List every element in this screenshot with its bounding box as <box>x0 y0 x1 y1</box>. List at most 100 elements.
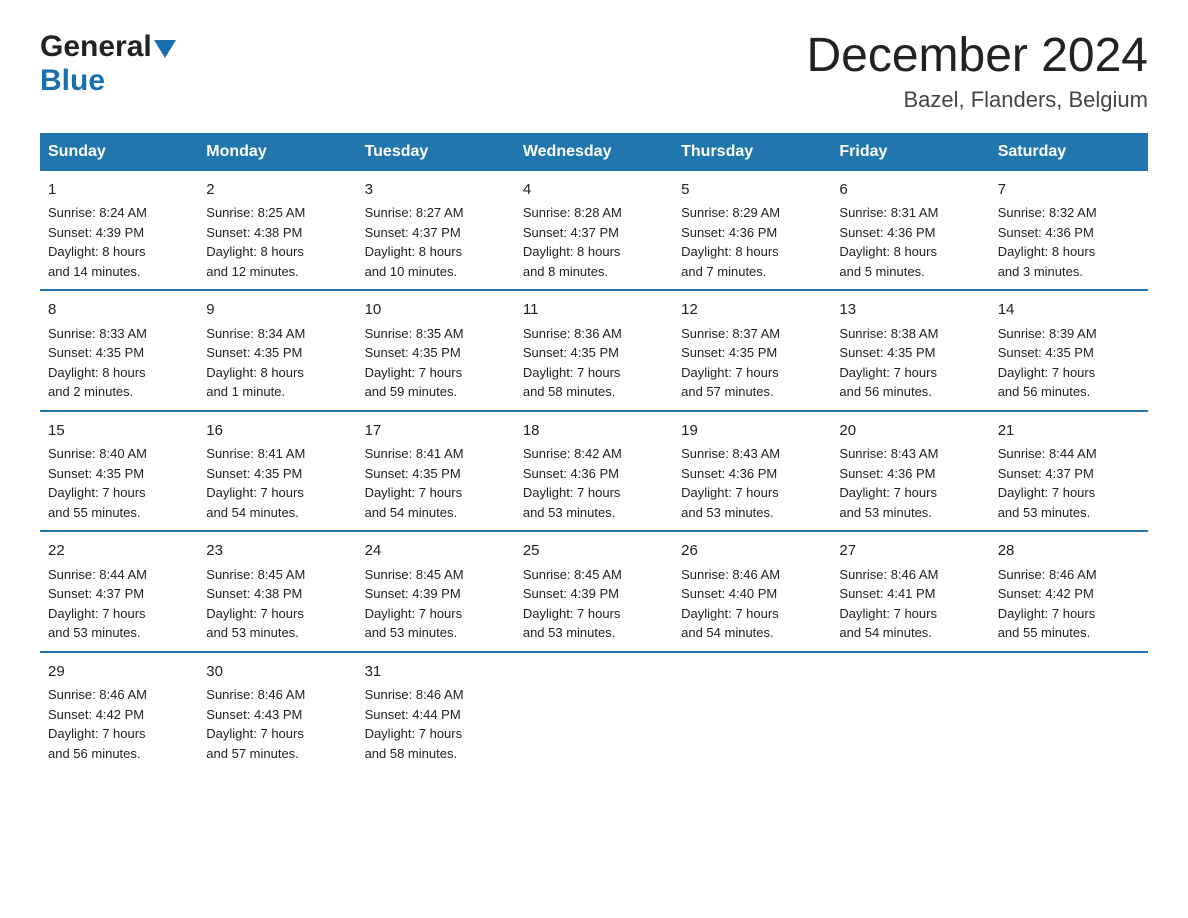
calendar-cell <box>515 652 673 772</box>
day-info: Sunrise: 8:36 AMSunset: 4:35 PMDaylight:… <box>523 326 622 400</box>
calendar-cell: 30 Sunrise: 8:46 AMSunset: 4:43 PMDayligh… <box>198 652 356 772</box>
day-number: 7 <box>998 179 1140 202</box>
day-number: 31 <box>365 661 507 684</box>
day-number: 10 <box>365 299 507 322</box>
day-info: Sunrise: 8:43 AMSunset: 4:36 PMDaylight:… <box>681 446 780 520</box>
day-number: 8 <box>48 299 190 322</box>
calendar-cell <box>990 652 1148 772</box>
day-info: Sunrise: 8:25 AMSunset: 4:38 PMDaylight:… <box>206 205 305 279</box>
day-info: Sunrise: 8:39 AMSunset: 4:35 PMDaylight:… <box>998 326 1097 400</box>
day-number: 22 <box>48 540 190 563</box>
day-number: 20 <box>839 420 981 443</box>
day-number: 11 <box>523 299 665 322</box>
day-info: Sunrise: 8:24 AMSunset: 4:39 PMDaylight:… <box>48 205 147 279</box>
calendar-cell: 5 Sunrise: 8:29 AMSunset: 4:36 PMDaylight… <box>673 171 831 291</box>
day-info: Sunrise: 8:32 AMSunset: 4:36 PMDaylight:… <box>998 205 1097 279</box>
day-number: 9 <box>206 299 348 322</box>
calendar-cell: 25Sunrise: 8:45 AMSunset: 4:39 PMDayligh… <box>515 531 673 652</box>
day-info: Sunrise: 8:41 AMSunset: 4:35 PMDaylight:… <box>365 446 464 520</box>
day-info: Sunrise: 8:28 AMSunset: 4:37 PMDaylight:… <box>523 205 622 279</box>
day-info: Sunrise: 8:38 AMSunset: 4:35 PMDaylight:… <box>839 326 938 400</box>
day-info: Sunrise: 8:44 AMSunset: 4:37 PMDaylight:… <box>48 567 147 641</box>
day-info: Sunrise: 8:42 AMSunset: 4:36 PMDaylight:… <box>523 446 622 520</box>
day-number: 15 <box>48 420 190 443</box>
calendar-cell: 20 Sunrise: 8:43 AMSunset: 4:36 PMDayligh… <box>831 411 989 532</box>
day-number: 28 <box>998 540 1140 563</box>
calendar-cell: 29Sunrise: 8:46 AMSunset: 4:42 PMDayligh… <box>40 652 198 772</box>
day-info: Sunrise: 8:33 AMSunset: 4:35 PMDaylight:… <box>48 326 147 400</box>
calendar-week-row: 29Sunrise: 8:46 AMSunset: 4:42 PMDayligh… <box>40 652 1148 772</box>
day-number: 19 <box>681 420 823 443</box>
day-number: 16 <box>206 420 348 443</box>
calendar-cell: 3Sunrise: 8:27 AMSunset: 4:37 PMDaylight… <box>357 171 515 291</box>
day-info: Sunrise: 8:45 AMSunset: 4:38 PMDaylight:… <box>206 567 305 641</box>
calendar-cell: 10 Sunrise: 8:35 AMSunset: 4:35 PMDayligh… <box>357 290 515 411</box>
day-info: Sunrise: 8:27 AMSunset: 4:37 PMDaylight:… <box>365 205 464 279</box>
weekday-header-row: Sunday Monday Tuesday Wednesday Thursday… <box>40 133 1148 171</box>
day-info: Sunrise: 8:46 AMSunset: 4:40 PMDaylight:… <box>681 567 780 641</box>
day-number: 24 <box>365 540 507 563</box>
day-number: 14 <box>998 299 1140 322</box>
day-number: 6 <box>839 179 981 202</box>
day-number: 26 <box>681 540 823 563</box>
calendar-cell: 22 Sunrise: 8:44 AMSunset: 4:37 PMDayligh… <box>40 531 198 652</box>
calendar-week-row: 1 Sunrise: 8:24 AMSunset: 4:39 PMDaylight… <box>40 171 1148 291</box>
calendar-cell: 7 Sunrise: 8:32 AMSunset: 4:36 PMDaylight… <box>990 171 1148 291</box>
day-number: 17 <box>365 420 507 443</box>
day-info: Sunrise: 8:41 AMSunset: 4:35 PMDaylight:… <box>206 446 305 520</box>
day-info: Sunrise: 8:29 AMSunset: 4:36 PMDaylight:… <box>681 205 780 279</box>
calendar-cell: 15Sunrise: 8:40 AMSunset: 4:35 PMDayligh… <box>40 411 198 532</box>
calendar-cell: 27 Sunrise: 8:46 AMSunset: 4:41 PMDayligh… <box>831 531 989 652</box>
calendar-cell: 19 Sunrise: 8:43 AMSunset: 4:36 PMDayligh… <box>673 411 831 532</box>
calendar-week-row: 15Sunrise: 8:40 AMSunset: 4:35 PMDayligh… <box>40 411 1148 532</box>
calendar-cell <box>673 652 831 772</box>
calendar-week-row: 22 Sunrise: 8:44 AMSunset: 4:37 PMDayligh… <box>40 531 1148 652</box>
calendar-cell: 2 Sunrise: 8:25 AMSunset: 4:38 PMDaylight… <box>198 171 356 291</box>
day-number: 27 <box>839 540 981 563</box>
calendar-cell <box>831 652 989 772</box>
calendar-cell: 8 Sunrise: 8:33 AMSunset: 4:35 PMDaylight… <box>40 290 198 411</box>
header-thursday: Thursday <box>673 133 831 171</box>
page-header: General Blue December 2024 Bazel, Flande… <box>40 30 1148 113</box>
logo-general: General <box>40 30 152 64</box>
day-number: 23 <box>206 540 348 563</box>
title-block: December 2024 Bazel, Flanders, Belgium <box>806 30 1148 113</box>
calendar-cell: 23 Sunrise: 8:45 AMSunset: 4:38 PMDayligh… <box>198 531 356 652</box>
calendar-cell: 1 Sunrise: 8:24 AMSunset: 4:39 PMDaylight… <box>40 171 198 291</box>
day-info: Sunrise: 8:44 AMSunset: 4:37 PMDaylight:… <box>998 446 1097 520</box>
day-info: Sunrise: 8:43 AMSunset: 4:36 PMDaylight:… <box>839 446 938 520</box>
day-info: Sunrise: 8:46 AMSunset: 4:41 PMDaylight:… <box>839 567 938 641</box>
header-wednesday: Wednesday <box>515 133 673 171</box>
calendar-cell: 16 Sunrise: 8:41 AMSunset: 4:35 PMDayligh… <box>198 411 356 532</box>
location: Bazel, Flanders, Belgium <box>806 87 1148 113</box>
calendar-cell: 18 Sunrise: 8:42 AMSunset: 4:36 PMDayligh… <box>515 411 673 532</box>
day-info: Sunrise: 8:46 AMSunset: 4:42 PMDaylight:… <box>998 567 1097 641</box>
calendar-cell: 4 Sunrise: 8:28 AMSunset: 4:37 PMDaylight… <box>515 171 673 291</box>
header-saturday: Saturday <box>990 133 1148 171</box>
calendar-table: Sunday Monday Tuesday Wednesday Thursday… <box>40 133 1148 772</box>
calendar-cell: 24 Sunrise: 8:45 AMSunset: 4:39 PMDayligh… <box>357 531 515 652</box>
day-number: 30 <box>206 661 348 684</box>
calendar-cell: 31Sunrise: 8:46 AMSunset: 4:44 PMDayligh… <box>357 652 515 772</box>
calendar-cell: 13 Sunrise: 8:38 AMSunset: 4:35 PMDayligh… <box>831 290 989 411</box>
day-info: Sunrise: 8:34 AMSunset: 4:35 PMDaylight:… <box>206 326 305 400</box>
calendar-cell: 26 Sunrise: 8:46 AMSunset: 4:40 PMDayligh… <box>673 531 831 652</box>
calendar-cell: 9 Sunrise: 8:34 AMSunset: 4:35 PMDaylight… <box>198 290 356 411</box>
day-info: Sunrise: 8:46 AMSunset: 4:43 PMDaylight:… <box>206 687 305 761</box>
day-number: 4 <box>523 179 665 202</box>
day-number: 18 <box>523 420 665 443</box>
header-tuesday: Tuesday <box>357 133 515 171</box>
day-info: Sunrise: 8:45 AMSunset: 4:39 PMDaylight:… <box>365 567 464 641</box>
calendar-week-row: 8 Sunrise: 8:33 AMSunset: 4:35 PMDaylight… <box>40 290 1148 411</box>
day-info: Sunrise: 8:35 AMSunset: 4:35 PMDaylight:… <box>365 326 464 400</box>
day-number: 1 <box>48 179 190 202</box>
day-number: 13 <box>839 299 981 322</box>
month-title: December 2024 <box>806 30 1148 83</box>
calendar-cell: 28 Sunrise: 8:46 AMSunset: 4:42 PMDayligh… <box>990 531 1148 652</box>
day-number: 2 <box>206 179 348 202</box>
day-number: 5 <box>681 179 823 202</box>
day-number: 29 <box>48 661 190 684</box>
calendar-cell: 6 Sunrise: 8:31 AMSunset: 4:36 PMDaylight… <box>831 171 989 291</box>
calendar-cell: 14 Sunrise: 8:39 AMSunset: 4:35 PMDayligh… <box>990 290 1148 411</box>
day-info: Sunrise: 8:31 AMSunset: 4:36 PMDaylight:… <box>839 205 938 279</box>
